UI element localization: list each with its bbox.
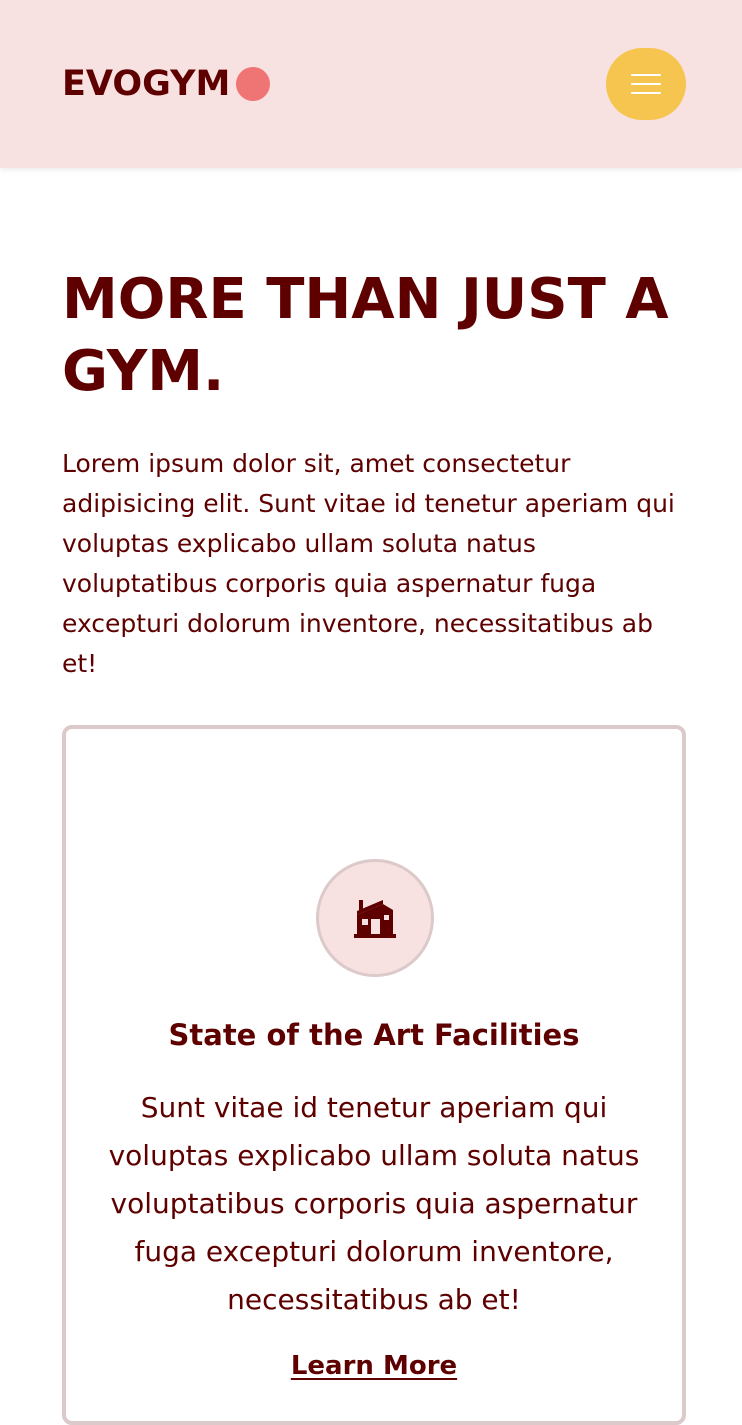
logo-dot-icon [236,67,271,101]
logo[interactable]: EVOGYM [62,64,271,104]
learn-more-link[interactable]: Learn More [66,1349,682,1383]
page-title: MORE THAN JUST A GYM. [62,267,669,404]
benefit-card-title: State of the Art Facilities [168,1018,580,1052]
hamburger-menu-icon [631,74,661,94]
logo-text: EVOGYM [62,64,231,104]
menu-toggle-button[interactable] [606,48,686,120]
navbar: EVOGYM [0,0,742,168]
intro-paragraph: Lorem ipsum dolor sit, amet consectetur … [62,449,675,678]
home-modern-icon [354,900,396,938]
benefit-card-description: Sunt vitae id tenetur aperiam qui volupt… [108,1091,640,1316]
benefit-card: State of the Art Facilities Sunt vitae i… [62,725,686,1425]
benefit-icon-circle [316,859,434,977]
